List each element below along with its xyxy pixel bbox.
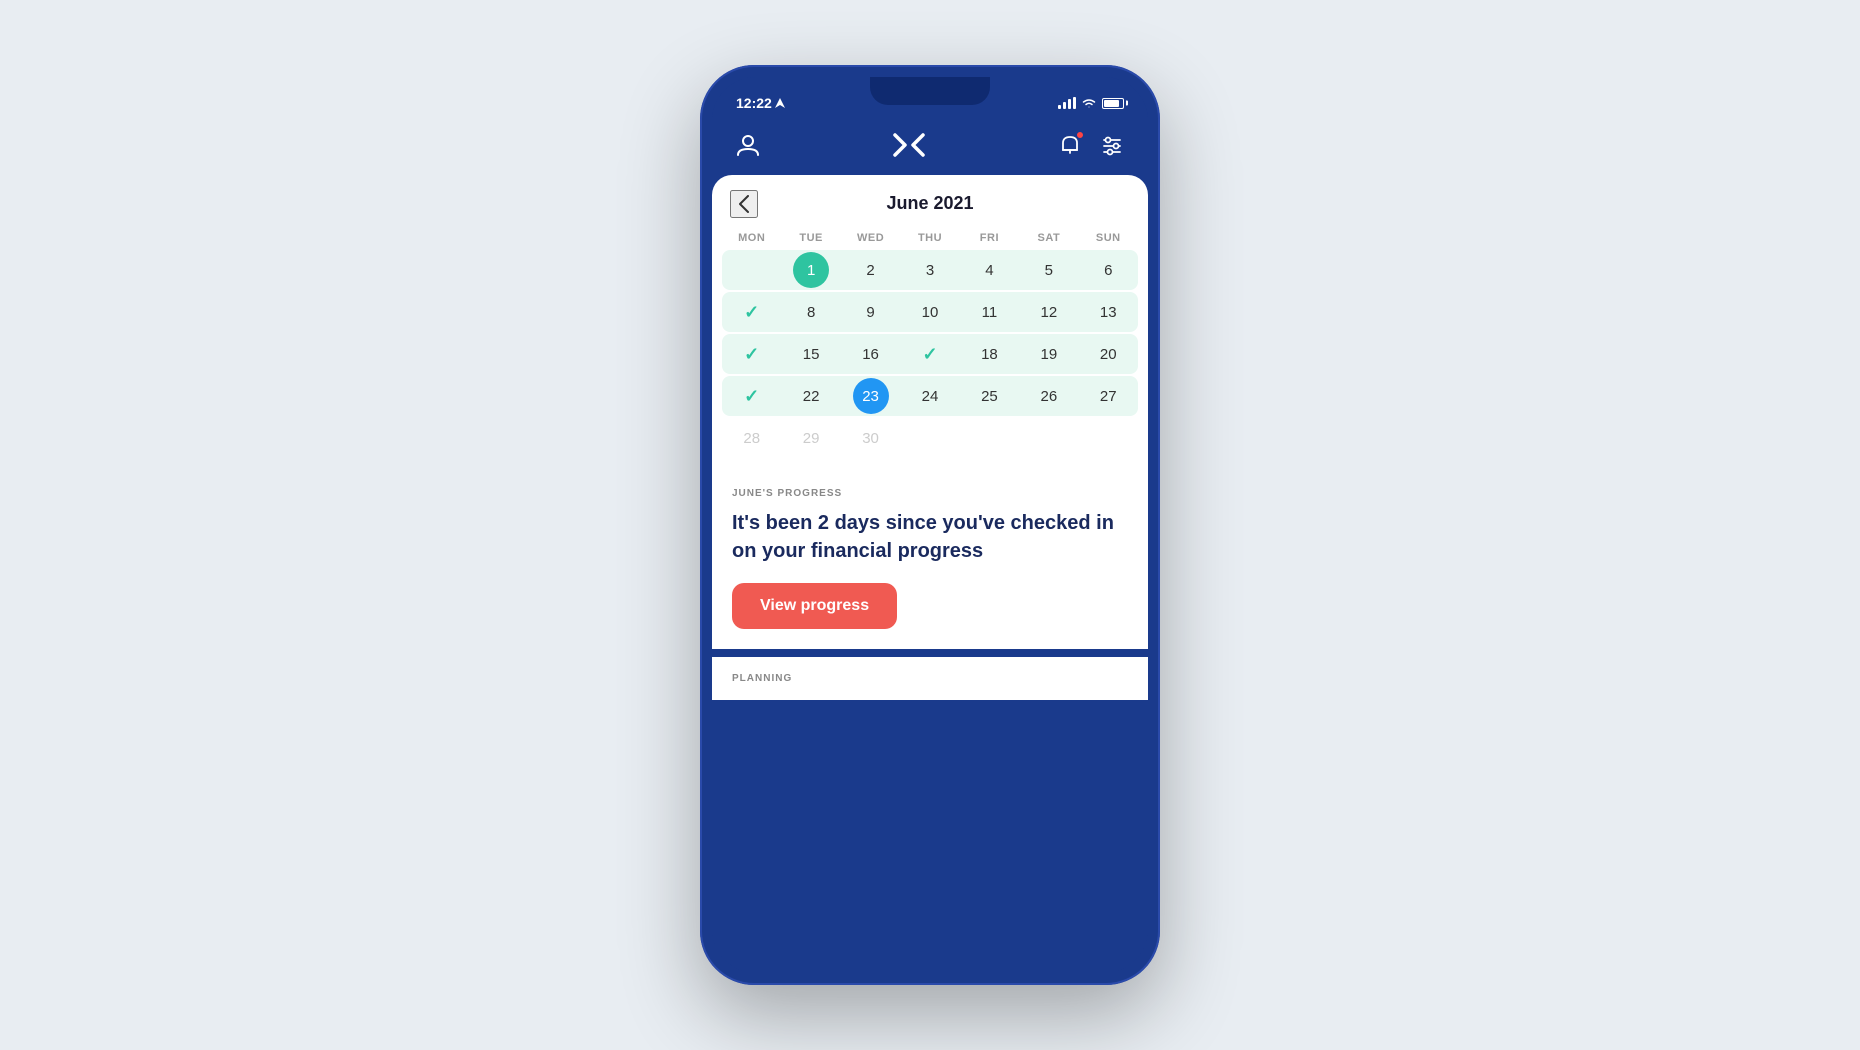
cal-day-2[interactable]: 2 xyxy=(841,250,900,290)
day-header-fri: FRI xyxy=(960,226,1019,250)
signal-bar-2 xyxy=(1063,102,1066,109)
cal-day-10[interactable]: 10 xyxy=(900,292,959,332)
wifi-icon xyxy=(1081,97,1097,109)
cal-day-12[interactable]: 12 xyxy=(1019,292,1078,332)
cal-day-9[interactable]: 9 xyxy=(841,292,900,332)
notification-badge xyxy=(1076,131,1084,139)
phone-mockup: 12:22 xyxy=(700,65,1160,985)
cal-day-empty-3 xyxy=(960,418,1019,458)
logo-icon xyxy=(891,131,927,159)
cal-day-18[interactable]: 18 xyxy=(960,334,1019,374)
filter-button[interactable] xyxy=(1096,129,1128,161)
cal-day-24[interactable]: 24 xyxy=(900,376,959,416)
cal-day-23-circle: 23 xyxy=(853,378,889,414)
status-time: 12:22 xyxy=(736,95,785,111)
calendar-month-title: June 2021 xyxy=(886,193,973,214)
cal-day-check-21: ✓ xyxy=(722,376,781,416)
day-header-sat: SAT xyxy=(1019,226,1078,250)
time-display: 12:22 xyxy=(736,95,772,111)
progress-section-label: JUNE'S PROGRESS xyxy=(732,488,1128,499)
cal-day-20[interactable]: 20 xyxy=(1079,334,1138,374)
cal-day-8[interactable]: 8 xyxy=(781,292,840,332)
cal-day-1[interactable]: 1 xyxy=(781,250,840,290)
cal-day-27[interactable]: 27 xyxy=(1079,376,1138,416)
screen-content: June 2021 MON TUE WED THU FRI SAT SUN xyxy=(712,175,1148,973)
signal-bar-4 xyxy=(1073,97,1076,109)
cal-day-empty-4 xyxy=(1019,418,1078,458)
view-progress-button[interactable]: View progress xyxy=(732,583,897,629)
day-header-sun: SUN xyxy=(1079,226,1138,250)
cal-day-13[interactable]: 13 xyxy=(1079,292,1138,332)
progress-section: JUNE'S PROGRESS It's been 2 days since y… xyxy=(712,472,1148,649)
cal-day-15[interactable]: 15 xyxy=(781,334,840,374)
cal-day-empty-2 xyxy=(900,418,959,458)
day-header-mon: MON xyxy=(722,226,781,250)
day-header-thu: THU xyxy=(900,226,959,250)
planning-section-label: PLANNING xyxy=(732,673,1128,684)
location-icon xyxy=(775,98,785,108)
cal-day-29: 29 xyxy=(781,418,840,458)
status-bar: 12:22 xyxy=(712,77,1148,121)
nav-right-actions xyxy=(1054,129,1128,161)
calendar-week-3: ✓ 15 16 ✓ 18 19 20 xyxy=(722,334,1138,374)
top-navigation xyxy=(712,121,1148,175)
profile-button[interactable] xyxy=(732,129,764,161)
calendar-week-2: ✓ 8 9 10 11 12 13 xyxy=(722,292,1138,332)
cal-day-23[interactable]: 23 xyxy=(841,376,900,416)
cal-day-4[interactable]: 4 xyxy=(960,250,1019,290)
cal-day-empty-1 xyxy=(722,250,781,290)
cal-day-16[interactable]: 16 xyxy=(841,334,900,374)
calendar-week-1: 1 2 3 4 5 6 xyxy=(722,250,1138,290)
chevron-left-icon xyxy=(739,195,749,213)
calendar-week-4: ✓ 22 23 24 25 26 27 xyxy=(722,376,1138,416)
cal-day-check-14: ✓ xyxy=(722,334,781,374)
cal-day-6[interactable]: 6 xyxy=(1079,250,1138,290)
app-logo xyxy=(891,131,927,159)
status-icons xyxy=(1058,97,1124,109)
day-header-tue: TUE xyxy=(781,226,840,250)
progress-message: It's been 2 days since you've checked in… xyxy=(732,509,1128,565)
cal-day-25[interactable]: 25 xyxy=(960,376,1019,416)
cal-day-26[interactable]: 26 xyxy=(1019,376,1078,416)
battery-fill xyxy=(1104,100,1119,107)
notch xyxy=(870,77,990,105)
cal-day-check-17: ✓ xyxy=(900,334,959,374)
cal-day-30: 30 xyxy=(841,418,900,458)
signal-bars-icon xyxy=(1058,97,1076,109)
sliders-icon xyxy=(1100,133,1124,157)
cal-day-22[interactable]: 22 xyxy=(781,376,840,416)
cal-day-28: 28 xyxy=(722,418,781,458)
cal-day-11[interactable]: 11 xyxy=(960,292,1019,332)
person-icon xyxy=(735,132,761,158)
cal-day-5[interactable]: 5 xyxy=(1019,250,1078,290)
cal-day-19[interactable]: 19 xyxy=(1019,334,1078,374)
calendar-week-5: 28 29 30 xyxy=(722,418,1138,458)
signal-bar-3 xyxy=(1068,99,1071,109)
calendar-grid: 1 2 3 4 5 6 ✓ 8 9 1 xyxy=(712,250,1148,470)
calendar-header: June 2021 xyxy=(712,175,1148,226)
phone-shell: 12:22 xyxy=(700,65,1160,985)
phone-screen: 12:22 xyxy=(712,77,1148,973)
cal-day-3[interactable]: 3 xyxy=(900,250,959,290)
signal-bar-1 xyxy=(1058,105,1061,109)
cal-day-check-7: ✓ xyxy=(722,292,781,332)
day-header-wed: WED xyxy=(841,226,900,250)
notification-button[interactable] xyxy=(1054,129,1086,161)
calendar-card: June 2021 MON TUE WED THU FRI SAT SUN xyxy=(712,175,1148,649)
battery-icon xyxy=(1102,98,1124,109)
day-headers-row: MON TUE WED THU FRI SAT SUN xyxy=(712,226,1148,250)
cal-day-empty-5 xyxy=(1079,418,1138,458)
calendar-back-button[interactable] xyxy=(730,190,758,218)
planning-section: PLANNING xyxy=(712,657,1148,700)
cal-day-1-circle: 1 xyxy=(793,252,829,288)
